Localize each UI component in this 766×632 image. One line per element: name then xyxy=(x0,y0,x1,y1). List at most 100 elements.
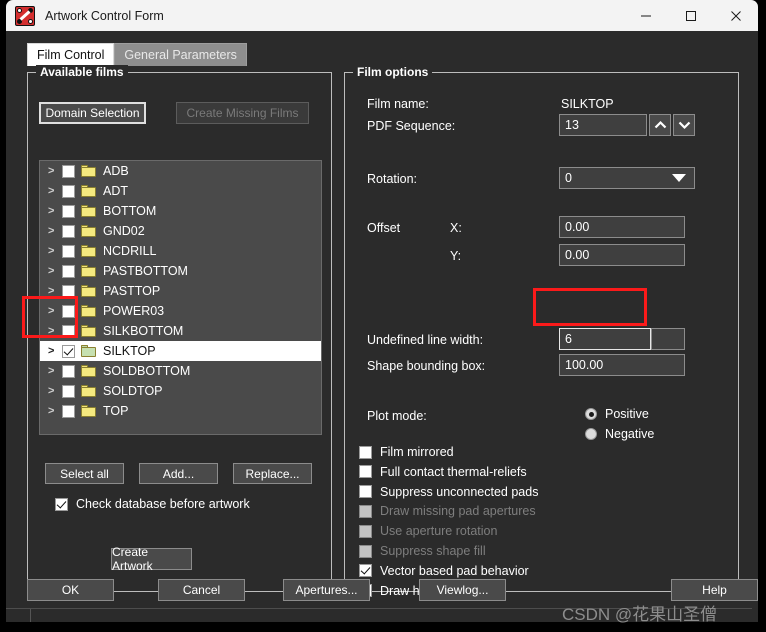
plot-mode-negative-radio-row[interactable]: Negative xyxy=(585,427,654,441)
chevron-right-icon[interactable]: > xyxy=(48,385,62,397)
close-button[interactable] xyxy=(713,0,758,31)
film-checkbox[interactable] xyxy=(62,404,75,418)
chevron-down-icon xyxy=(672,174,686,182)
film-list-row[interactable]: > GND02 xyxy=(40,221,321,241)
film-checkbox[interactable] xyxy=(62,224,75,238)
minimize-button[interactable] xyxy=(623,0,668,31)
film-option-checkbox[interactable] xyxy=(359,485,372,499)
film-name-label: SILKBOTTOM xyxy=(103,324,184,338)
chevron-right-icon[interactable]: > xyxy=(48,245,62,257)
check-database-checkbox[interactable] xyxy=(55,497,68,511)
undefined-line-width-input-tail[interactable] xyxy=(651,328,685,350)
film-option-checkbox-row[interactable]: Full contact thermal-reliefs xyxy=(359,465,527,479)
folder-icon xyxy=(81,265,96,277)
select-all-button-label: Select all xyxy=(60,466,109,481)
undefined-line-width-input[interactable]: 6 xyxy=(559,328,651,350)
film-list-row[interactable]: > NCDRILL xyxy=(40,241,321,261)
film-list-row[interactable]: > PASTBOTTOM xyxy=(40,261,321,281)
film-option-checkbox xyxy=(359,524,372,538)
maximize-button[interactable] xyxy=(668,0,713,31)
film-list-row[interactable]: > SILKTOP xyxy=(40,341,321,361)
chevron-right-icon[interactable]: > xyxy=(48,285,62,297)
film-checkbox[interactable] xyxy=(62,344,75,358)
film-list-row[interactable]: > SILKBOTTOM xyxy=(40,321,321,341)
film-option-checkbox[interactable] xyxy=(359,465,372,479)
offset-x-input[interactable]: 0.00 xyxy=(559,216,685,238)
film-option-checkbox-row[interactable]: Film mirrored xyxy=(359,445,454,459)
artwork-control-form-window: Artwork Control Form Film Control Genera… xyxy=(6,0,758,622)
film-option-checkbox-row[interactable]: Vector based pad behavior xyxy=(359,564,529,578)
folder-icon xyxy=(81,385,96,397)
film-checkbox[interactable] xyxy=(62,304,75,318)
plot-mode-negative-radio[interactable] xyxy=(585,428,597,440)
replace-button[interactable]: Replace... xyxy=(233,463,312,484)
create-artwork-button[interactable]: Create Artwork xyxy=(111,545,192,573)
tab-general-parameters[interactable]: General Parameters xyxy=(114,43,247,66)
pdf-sequence-decrement-button[interactable] xyxy=(673,114,695,136)
shape-bounding-box-label: Shape bounding box: xyxy=(367,359,486,373)
undefined-line-width-value: 6 xyxy=(565,332,572,346)
create-missing-films-button[interactable]: Create Missing Films xyxy=(176,102,309,124)
add-button[interactable]: Add... xyxy=(139,463,218,484)
film-list-row[interactable]: > BOTTOM xyxy=(40,201,321,221)
ok-button[interactable]: OK xyxy=(27,579,114,601)
create-missing-films-button-label: Create Missing Films xyxy=(186,106,299,120)
ok-button-label: OK xyxy=(61,583,80,597)
film-list-row[interactable]: > PASTTOP xyxy=(40,281,321,301)
film-option-label: Full contact thermal-reliefs xyxy=(380,464,527,479)
plot-mode-positive-radio[interactable] xyxy=(585,408,597,420)
film-checkbox[interactable] xyxy=(62,384,75,398)
film-option-checkbox[interactable] xyxy=(359,564,372,578)
domain-selection-button[interactable]: Domain Selection xyxy=(39,102,146,124)
film-checkbox[interactable] xyxy=(62,284,75,298)
tab-film-control[interactable]: Film Control xyxy=(27,43,115,66)
film-list-row[interactable]: > TOP xyxy=(40,401,321,421)
film-checkbox[interactable] xyxy=(62,204,75,218)
apertures-button[interactable]: Apertures... xyxy=(283,579,370,601)
film-name-label: TOP xyxy=(103,404,129,418)
film-list-row[interactable]: > POWER03 xyxy=(40,301,321,321)
help-button[interactable]: Help xyxy=(671,579,758,601)
select-all-button[interactable]: Select all xyxy=(45,463,124,484)
chevron-right-icon[interactable]: > xyxy=(48,405,62,417)
chevron-right-icon[interactable]: > xyxy=(48,205,62,217)
viewlog-button[interactable]: Viewlog... xyxy=(419,579,506,601)
film-checkbox[interactable] xyxy=(62,244,75,258)
chevron-right-icon[interactable]: > xyxy=(48,265,62,277)
film-option-checkbox-row: Use aperture rotation xyxy=(359,524,497,538)
film-checkbox[interactable] xyxy=(62,184,75,198)
chevron-right-icon[interactable]: > xyxy=(48,305,62,317)
folder-icon xyxy=(81,245,96,257)
chevron-right-icon[interactable]: > xyxy=(48,185,62,197)
offset-y-input[interactable]: 0.00 xyxy=(559,244,685,266)
film-option-label: Suppress shape fill xyxy=(380,544,486,558)
chevron-right-icon[interactable]: > xyxy=(48,345,62,357)
film-checkbox[interactable] xyxy=(62,364,75,378)
rotation-dropdown[interactable]: 0 xyxy=(559,167,695,189)
film-option-checkbox[interactable] xyxy=(359,445,372,459)
available-films-list[interactable]: > ADB > ADT > BOTTOM > GND02 > NCDRILL > PASTBOTTOM… xyxy=(39,160,322,435)
pdf-sequence-input[interactable]: 13 xyxy=(559,114,647,136)
cancel-button[interactable]: Cancel xyxy=(158,579,245,601)
chevron-right-icon[interactable]: > xyxy=(48,325,62,337)
film-checkbox[interactable] xyxy=(62,324,75,338)
chevron-right-icon[interactable]: > xyxy=(48,365,62,377)
film-checkbox[interactable] xyxy=(62,164,75,178)
rotation-label: Rotation: xyxy=(367,172,418,186)
pdf-sequence-increment-button[interactable] xyxy=(649,114,671,136)
plot-mode-positive-radio-row[interactable]: Positive xyxy=(585,407,649,421)
chevron-right-icon[interactable]: > xyxy=(48,225,62,237)
film-list-row[interactable]: > ADT xyxy=(40,181,321,201)
film-option-checkbox-row[interactable]: Suppress unconnected pads xyxy=(359,485,538,499)
film-name-label: POWER03 xyxy=(103,304,165,318)
chevron-right-icon[interactable]: > xyxy=(48,165,62,177)
film-list-row[interactable]: > SOLDBOTTOM xyxy=(40,361,321,381)
film-checkbox[interactable] xyxy=(62,264,75,278)
chevron-down-icon xyxy=(678,121,690,130)
check-database-before-artwork-row[interactable]: Check database before artwork xyxy=(55,497,250,511)
film-list-row[interactable]: > ADB xyxy=(40,161,321,181)
offset-label: Offset xyxy=(367,221,401,235)
film-list-row[interactable]: > SOLDTOP xyxy=(40,381,321,401)
shape-bounding-box-input[interactable]: 100.00 xyxy=(559,354,685,376)
title-bar: Artwork Control Form xyxy=(6,0,758,31)
